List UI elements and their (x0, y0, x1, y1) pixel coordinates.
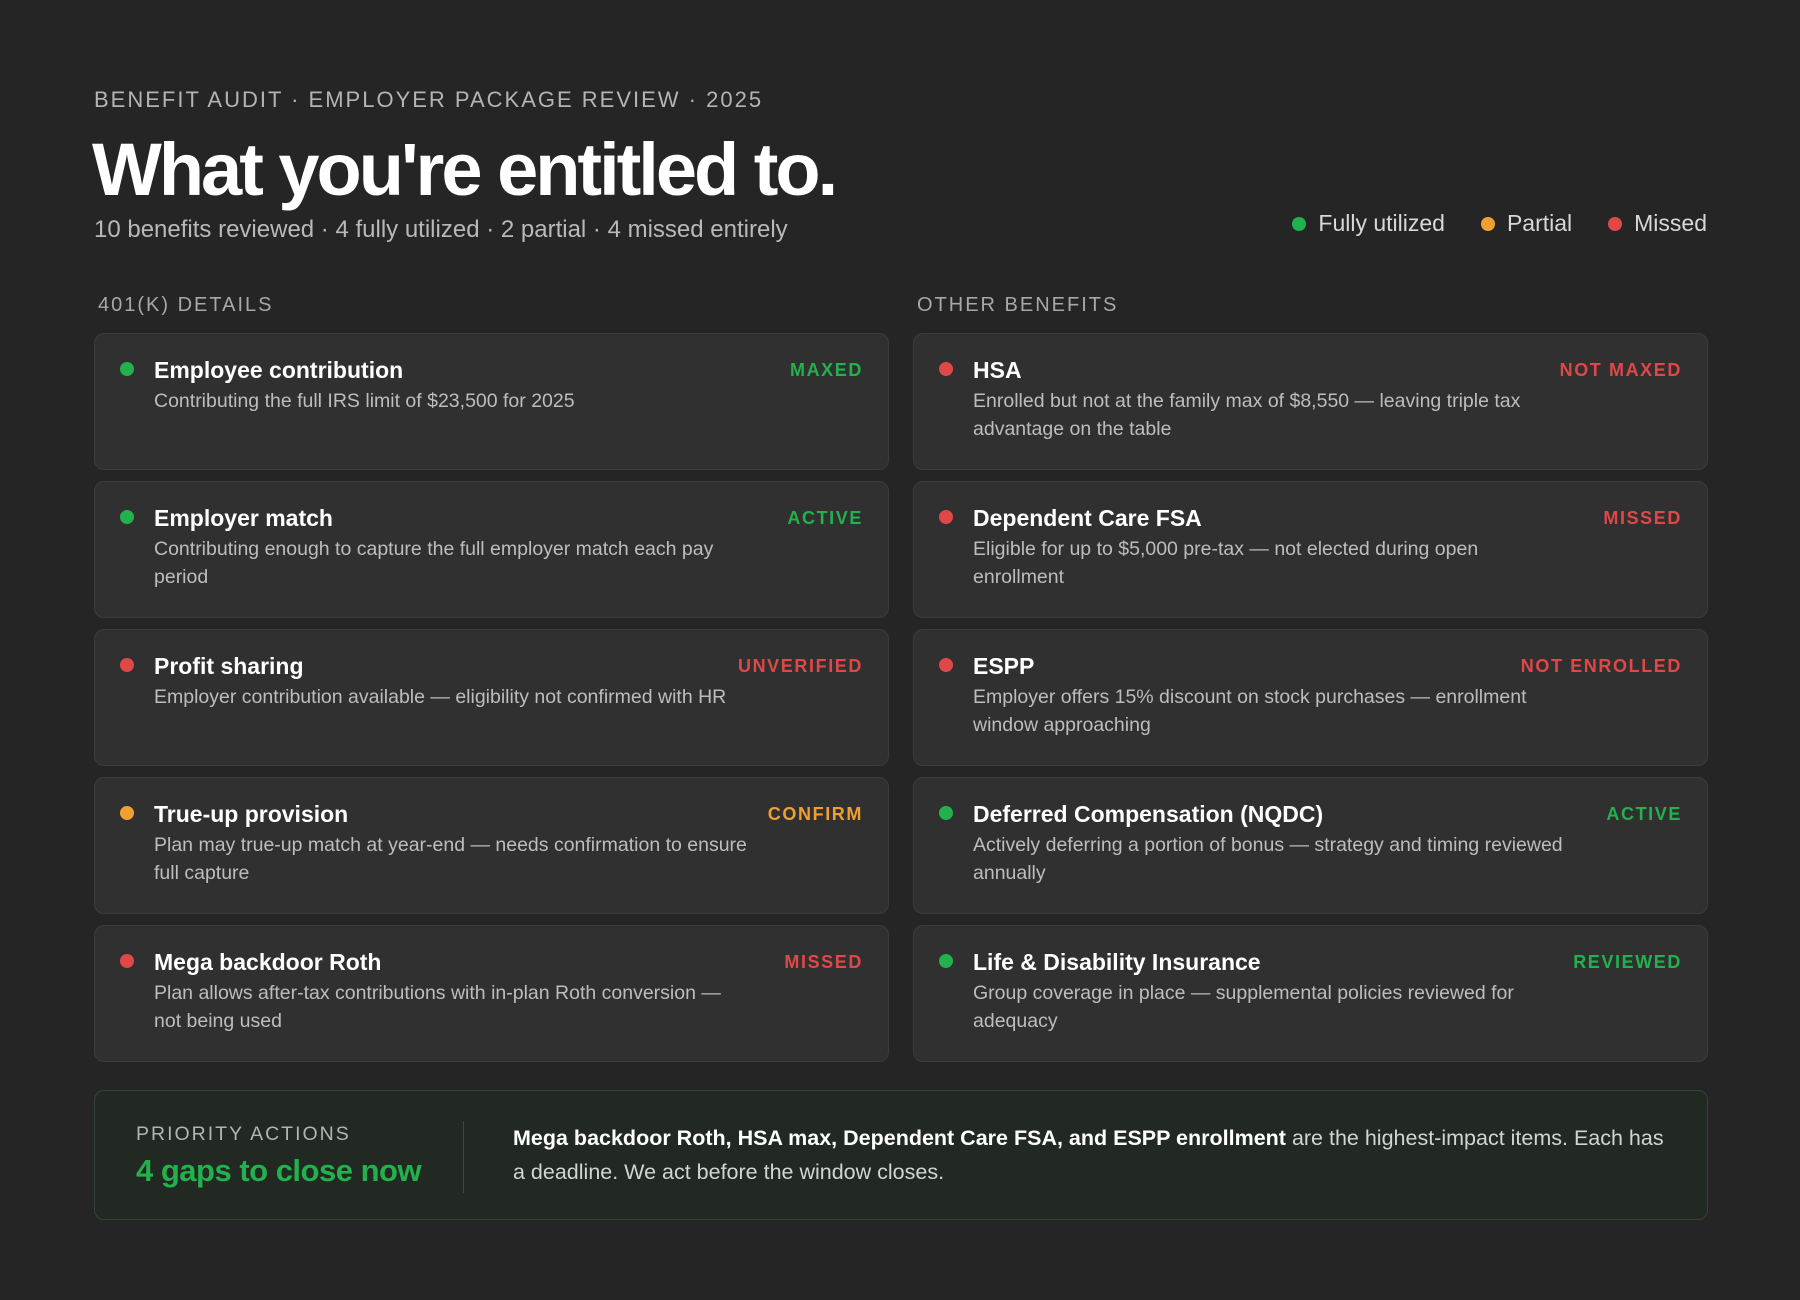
status-badge: REVIEWED (1573, 952, 1682, 972)
benefit-description: Actively deferring a portion of bonus — … (973, 834, 1563, 884)
legend-item-missed: Missed (1608, 210, 1707, 237)
legend: Fully utilized Partial Missed (1292, 210, 1707, 237)
legend-label: Missed (1634, 210, 1707, 236)
benefit-card[interactable]: Profit sharing Employer contribution ava… (94, 629, 889, 766)
benefit-card[interactable]: Deferred Compensation (NQDC) Actively de… (913, 777, 1708, 914)
divider (463, 1121, 464, 1193)
status-dot-icon (939, 510, 953, 524)
benefit-description: Employer contribution available — eligib… (154, 686, 727, 708)
status-dot-icon (1292, 216, 1307, 231)
benefit-title: Employer match (154, 505, 333, 531)
column-other-benefits: HSA Enrolled but not at the family max o… (913, 333, 1708, 1062)
priority-actions-label: PRIORITY ACTIONS (136, 1123, 351, 1145)
legend-item-full: Fully utilized (1292, 210, 1445, 237)
status-dot-icon (120, 362, 134, 376)
page-subtitle: 10 benefits reviewed · 4 fully utilized … (94, 216, 788, 243)
status-dot-icon (939, 954, 953, 968)
status-badge: MISSED (1603, 508, 1682, 528)
priority-actions-headline: 4 gaps to close now (136, 1153, 422, 1188)
status-dot-icon (1480, 216, 1495, 231)
benefit-card[interactable]: ESPP Employer offers 15% discount on sto… (913, 629, 1708, 766)
status-badge: NOT ENROLLED (1520, 656, 1682, 676)
status-dot-icon (120, 658, 134, 672)
benefit-card[interactable]: Mega backdoor Roth Plan allows after-tax… (94, 925, 889, 1062)
status-badge: MISSED (784, 952, 863, 972)
eyebrow: BENEFIT AUDIT · EMPLOYER PACKAGE REVIEW … (94, 87, 764, 112)
benefit-card[interactable]: Employee contribution Contributing the f… (94, 333, 889, 470)
status-badge: UNVERIFIED (737, 656, 863, 676)
status-dot-icon (120, 806, 134, 820)
benefit-description: Contributing enough to capture the full … (154, 538, 714, 588)
priority-actions-text-bold: Mega backdoor Roth, HSA max, Dependent C… (513, 1126, 1286, 1150)
legend-label: Partial (1506, 210, 1573, 236)
benefit-title: Deferred Compensation (NQDC) (973, 801, 1324, 827)
column-401k: Employee contribution Contributing the f… (94, 333, 889, 1062)
legend-label: Fully utilized (1318, 210, 1445, 236)
priority-actions-text: Mega backdoor Roth, HSA max, Dependent C… (513, 1121, 1673, 1189)
status-dot-icon (939, 658, 953, 672)
benefit-title: HSA (973, 357, 1022, 383)
benefit-card[interactable]: Life & Disability Insurance Group covera… (913, 925, 1708, 1062)
status-dot-icon (120, 954, 134, 968)
benefit-description: Group coverage in place — supplemental p… (973, 982, 1514, 1032)
benefit-description: Plan may true-up match at year-end — nee… (154, 834, 747, 884)
status-badge: NOT MAXED (1559, 360, 1682, 380)
legend-item-partial: Partial (1480, 210, 1573, 237)
status-dot-icon (939, 806, 953, 820)
section-heading-other-benefits: OTHER BENEFITS (917, 294, 1119, 316)
benefit-title: Employee contribution (154, 357, 404, 383)
benefit-description: Eligible for up to $5,000 pre-tax — not … (973, 538, 1479, 588)
status-badge: CONFIRM (767, 804, 863, 824)
benefit-description: Enrolled but not at the family max of $8… (973, 390, 1521, 440)
page-title: What you're entitled to. (92, 128, 838, 211)
section-heading-401k: 401(K) DETAILS (98, 294, 274, 316)
status-badge: MAXED (789, 360, 863, 380)
benefit-title: True-up provision (154, 801, 349, 827)
benefit-description: Employer offers 15% discount on stock pu… (973, 686, 1527, 736)
benefit-card[interactable]: True-up provision Plan may true-up match… (94, 777, 889, 914)
benefit-description: Plan allows after-tax contributions with… (154, 982, 721, 1032)
benefit-title: Life & Disability Insurance (973, 949, 1261, 975)
benefit-card[interactable]: HSA Enrolled but not at the family max o… (913, 333, 1708, 470)
benefit-title: Mega backdoor Roth (154, 949, 382, 975)
benefit-description: Contributing the full IRS limit of $23,5… (154, 390, 575, 412)
benefit-title: Dependent Care FSA (973, 505, 1202, 531)
status-dot-icon (1608, 216, 1623, 231)
status-badge: ACTIVE (1606, 804, 1682, 824)
benefit-title: Profit sharing (154, 653, 304, 679)
priority-actions-panel: PRIORITY ACTIONS 4 gaps to close now Meg… (94, 1090, 1708, 1220)
benefit-card[interactable]: Employer match Contributing enough to ca… (94, 481, 889, 618)
status-badge: ACTIVE (787, 508, 863, 528)
benefit-title: ESPP (973, 653, 1035, 679)
status-dot-icon (120, 510, 134, 524)
status-dot-icon (939, 362, 953, 376)
benefit-card[interactable]: Dependent Care FSA Eligible for up to $5… (913, 481, 1708, 618)
